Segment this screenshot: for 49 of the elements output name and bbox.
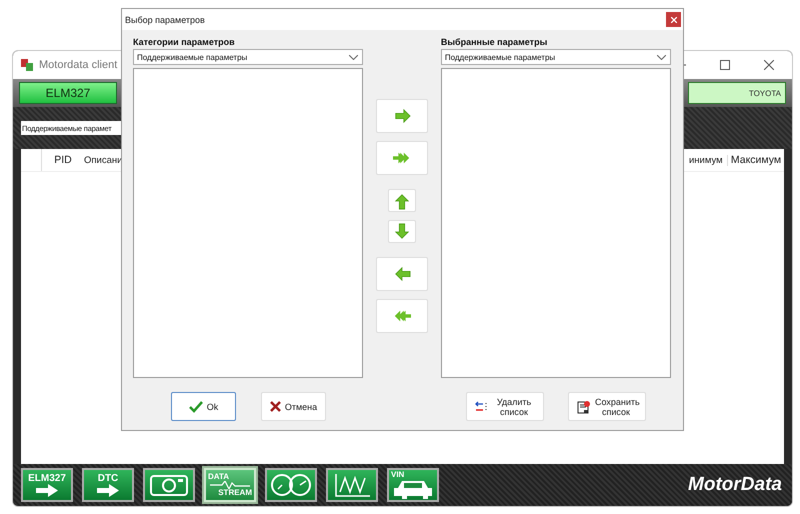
list-heading: Выбранные параметры	[440, 37, 548, 49]
save-button[interactable]: Сохранить список	[568, 392, 646, 421]
cancel-button[interactable]: Отмена	[261, 392, 326, 421]
car-icon	[394, 479, 432, 499]
close-icon	[670, 16, 676, 22]
maximize-icon[interactable]	[720, 60, 730, 70]
chevron-down-icon	[657, 54, 666, 60]
app-logo-icon	[21, 59, 33, 71]
down-arrow-icon	[393, 222, 411, 240]
app-logo: MotorData	[688, 474, 782, 496]
selected-dropdown[interactable]: Поддерживаемые параметры	[440, 49, 671, 65]
right-arrow-icon	[97, 484, 119, 497]
double-left-arrow-icon	[393, 309, 411, 323]
list-heading: Категории параметров	[133, 37, 236, 49]
up-transfer-button[interactable]	[388, 189, 416, 212]
stream-tool-button[interactable]: DATA STREAM	[204, 468, 256, 502]
check-icon	[188, 400, 203, 412]
vehicle-label: TOYOTA	[688, 82, 786, 104]
gauges-icon	[270, 472, 312, 498]
column-header: PID	[53, 154, 73, 166]
all-right-transfer-button[interactable]	[376, 141, 428, 175]
down-transfer-button[interactable]	[388, 220, 416, 243]
up-arrow-icon	[393, 192, 411, 210]
column-header: Максимум	[730, 154, 782, 166]
left-arrow-icon	[393, 265, 411, 283]
camera-tool-button[interactable]	[143, 468, 195, 502]
window-title: Motordata client	[39, 59, 118, 71]
dialog-title: Выбор параметров	[125, 14, 205, 24]
delete-button[interactable]: Удалить список	[466, 392, 544, 421]
category-dropdown[interactable]: Поддерживаемые параметры	[133, 49, 364, 65]
right-arrow-icon	[393, 107, 411, 125]
list-remove-icon	[475, 400, 489, 412]
connection-button[interactable]: ELM327	[19, 82, 117, 104]
right-arrow-icon	[36, 484, 58, 497]
save-list-icon	[577, 400, 591, 414]
close-icon[interactable]	[764, 60, 774, 70]
double-right-arrow-icon	[393, 151, 411, 165]
left-transfer-button[interactable]	[376, 257, 428, 291]
all-left-transfer-button[interactable]	[376, 299, 428, 333]
gauges-tool-button[interactable]	[265, 468, 317, 502]
camera-icon	[149, 473, 189, 497]
wave-icon	[210, 481, 250, 489]
cross-icon	[270, 401, 281, 412]
ok-button[interactable]: Ok	[171, 392, 236, 421]
graph-tool-button[interactable]	[326, 468, 378, 502]
chevron-down-icon	[349, 54, 358, 60]
close-button[interactable]	[666, 12, 681, 27]
column-header: инимум	[689, 154, 728, 166]
right-transfer-button[interactable]	[376, 99, 428, 133]
